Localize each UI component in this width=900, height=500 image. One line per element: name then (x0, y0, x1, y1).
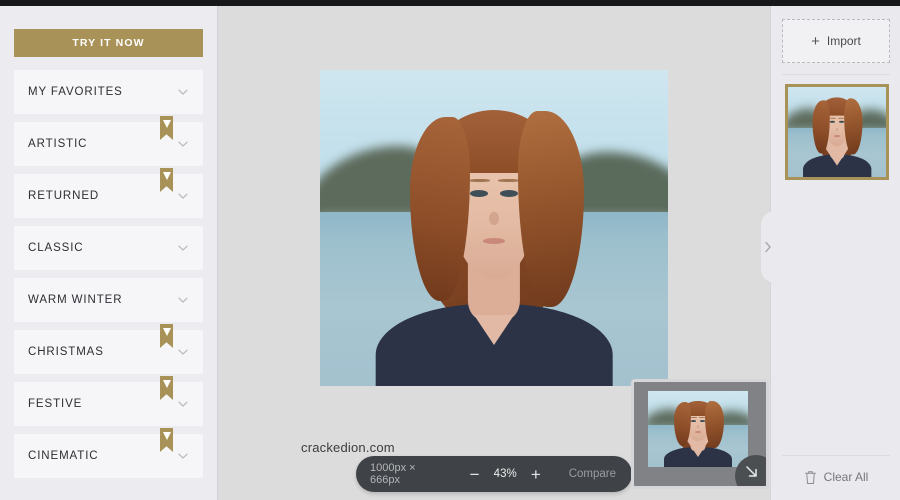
panel-divider (782, 74, 890, 75)
clear-all-divider (782, 455, 890, 456)
zoom-out-button[interactable]: − (462, 466, 488, 483)
category-label: FESTIVE (28, 398, 83, 410)
panel-collapse-handle[interactable] (761, 211, 775, 283)
category-label: MY FAVORITES (28, 86, 123, 98)
sidebar-item-returned[interactable]: RETURNED (14, 168, 203, 218)
category-list: MY FAVORITES ARTISTIC RETURNED CLASSIC W… (14, 70, 203, 478)
sidebar-item-festive[interactable]: FESTIVE (14, 376, 203, 426)
category-label: RETURNED (28, 190, 100, 202)
photo-subject (320, 70, 668, 386)
import-label: Import (826, 34, 861, 48)
category-label: ARTISTIC (28, 138, 88, 150)
bookmark-icon (160, 324, 173, 348)
sidebar-item-my-favorites[interactable]: MY FAVORITES (14, 70, 203, 114)
bookmark-icon (160, 116, 173, 140)
app-window: TRY IT NOW MY FAVORITES ARTISTIC RETURNE… (0, 0, 900, 500)
category-label: CLASSIC (28, 242, 84, 254)
clear-all-label: Clear All (823, 470, 869, 484)
try-it-now-label: TRY IT NOW (72, 37, 145, 49)
arrow-down-right-icon (745, 465, 757, 477)
bookmark-icon (160, 168, 173, 192)
category-label: WARM WINTER (28, 294, 123, 306)
plus-icon: + (811, 32, 820, 50)
chevron-down-icon (177, 242, 189, 254)
watermark-text: crackedion.com (301, 440, 395, 455)
bookmark-icon (160, 428, 173, 452)
navigator-thumbnail[interactable] (648, 391, 748, 467)
bookmark-icon (160, 376, 173, 400)
image-dimensions-label: 1000px × 666px (370, 462, 416, 486)
zoom-in-button[interactable]: + (523, 466, 549, 483)
chevron-down-icon (177, 450, 189, 462)
navigator-panel[interactable] (631, 379, 769, 489)
trash-icon (804, 470, 816, 484)
image-tray-panel: + Import Clear All (761, 6, 900, 500)
chevron-down-icon (177, 190, 189, 202)
zoom-level-label: 43% (493, 468, 517, 480)
chevron-down-icon (177, 398, 189, 410)
main-photo[interactable] (320, 70, 668, 386)
import-button[interactable]: + Import (782, 19, 890, 63)
image-thumbnail-1[interactable] (785, 84, 889, 180)
try-it-now-button[interactable]: TRY IT NOW (14, 29, 203, 57)
category-label: CINEMATIC (28, 450, 99, 462)
sidebar-item-cinematic[interactable]: CINEMATIC (14, 428, 203, 478)
preset-sidebar: TRY IT NOW MY FAVORITES ARTISTIC RETURNE… (0, 6, 218, 500)
editor-canvas[interactable]: crackedion.com 1000px × 666px − 43% + Co… (219, 6, 769, 500)
chevron-down-icon (177, 86, 189, 98)
clear-all-button[interactable]: Clear All (771, 462, 900, 492)
compare-button[interactable]: Compare (549, 468, 632, 480)
category-label: CHRISTMAS (28, 346, 104, 358)
sidebar-item-warm-winter[interactable]: WARM WINTER (14, 278, 203, 322)
sidebar-item-christmas[interactable]: CHRISTMAS (14, 324, 203, 374)
sidebar-item-classic[interactable]: CLASSIC (14, 226, 203, 270)
sidebar-item-artistic[interactable]: ARTISTIC (14, 116, 203, 166)
zoom-toolbar: 1000px × 666px − 43% + Compare (356, 456, 632, 492)
chevron-right-icon (765, 241, 771, 253)
chevron-down-icon (177, 294, 189, 306)
chevron-down-icon (177, 346, 189, 358)
chevron-down-icon (177, 138, 189, 150)
